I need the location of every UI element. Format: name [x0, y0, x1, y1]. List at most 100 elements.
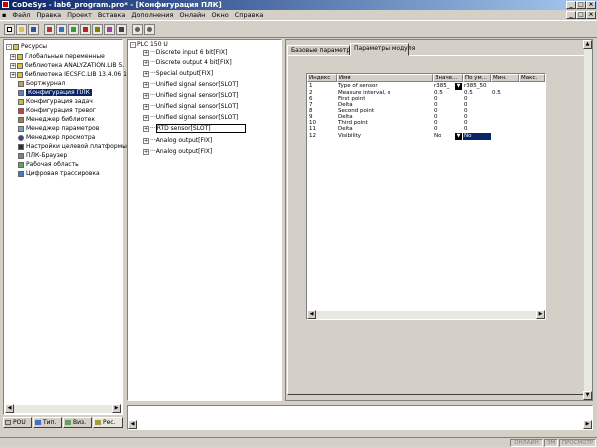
plc-tree-panel: - PLC 150 U + ···Discrete input 6 bit[FIX]…: [127, 39, 282, 401]
plc-module[interactable]: + ···Discrete input 6 bit[FIX]: [143, 49, 227, 57]
row-name: Type of sensor: [338, 83, 378, 89]
folder-icon: [17, 71, 23, 78]
table-horizontal-scrollbar[interactable]: [307, 311, 545, 319]
plc-module[interactable]: + ···Special output[FIX]: [143, 70, 213, 78]
tab-resources[interactable]: Рес.: [93, 417, 123, 428]
app-icon: [2, 1, 9, 8]
toolbar: [0, 20, 597, 38]
plc-config-icon: [18, 89, 24, 96]
object-tabs: POU Тип. Виз. Рес.: [3, 415, 123, 429]
resource-item[interactable]: Конфигурация задач: [18, 98, 93, 106]
resources-root[interactable]: - Ресурсы: [6, 43, 47, 51]
resource-item[interactable]: Менеджер просмотра: [18, 134, 95, 142]
plc-module[interactable]: + ···Discrete output 4 bit[FIX]: [143, 59, 232, 67]
find-icon[interactable]: [132, 24, 143, 35]
plc-module-focused[interactable]: + ···RTD sensor[SLOT]: [143, 124, 246, 133]
column-header-min[interactable]: Мин.: [491, 74, 519, 82]
plc-module[interactable]: + ···Unified signal sensor[SLOT]: [143, 81, 238, 89]
chevron-down-icon[interactable]: ▼: [455, 83, 462, 90]
breakpoint-icon[interactable]: [104, 24, 115, 35]
vertical-scrollbar[interactable]: [584, 40, 592, 400]
menu-file[interactable]: Файл: [9, 10, 33, 20]
tab-types[interactable]: Тип.: [33, 417, 62, 428]
doc-close-button[interactable]: ×: [586, 11, 596, 19]
title-bar: CoDeSys - lab6_program.pro* - [Конфигура…: [0, 0, 597, 10]
resource-item[interactable]: Цифровая трассировка: [18, 170, 100, 178]
login-icon[interactable]: [44, 24, 55, 35]
open-icon[interactable]: [16, 24, 27, 35]
menu-edit[interactable]: Правка: [33, 10, 64, 20]
scroll-right-button[interactable]: ▶: [536, 310, 545, 319]
tab-module-parameters[interactable]: Параметры модуля: [350, 43, 415, 56]
maximize-button[interactable]: □: [576, 1, 586, 9]
find-next-icon[interactable]: [144, 24, 155, 35]
cut-icon[interactable]: [116, 24, 127, 35]
column-header-default[interactable]: По ум...: [463, 74, 491, 82]
resource-item[interactable]: Менеджер параметров: [18, 125, 99, 133]
resource-item[interactable]: + Глобальные переменные: [10, 53, 105, 61]
resource-item[interactable]: + библиотека ANALYZATION.LIB 5.: [10, 62, 124, 70]
plc-module[interactable]: + ···Analog output[FIX]: [143, 148, 212, 156]
scroll-down-button[interactable]: ▼: [583, 391, 592, 400]
scroll-right-button[interactable]: ▶: [112, 404, 121, 413]
close-button[interactable]: ×: [586, 1, 596, 9]
library-icon: [18, 116, 24, 123]
row-index: 1: [309, 83, 313, 89]
step-icon[interactable]: [92, 24, 103, 35]
column-header-max[interactable]: Макс.: [519, 74, 545, 82]
resource-item[interactable]: + библиотека IECSFC.LIB 13.4.06 15: [10, 71, 131, 79]
column-header-index[interactable]: Индекс: [307, 74, 337, 82]
resource-item[interactable]: ПЛК-Браузер: [18, 152, 67, 160]
resource-item[interactable]: Настройки целевой платформы: [18, 143, 127, 151]
scroll-left-button[interactable]: ◀: [307, 310, 316, 319]
plc-module[interactable]: + ···Unified signal sensor[SLOT]: [143, 103, 238, 111]
column-header-value[interactable]: Значе...: [433, 74, 463, 82]
doc-restore-button[interactable]: □: [576, 11, 586, 19]
scroll-right-button[interactable]: ▶: [583, 420, 592, 429]
logout-icon[interactable]: [56, 24, 67, 35]
menu-help[interactable]: Справка: [232, 10, 267, 20]
resources-icon: [95, 420, 101, 425]
minimize-button[interactable]: _: [566, 1, 576, 9]
run-icon[interactable]: [68, 24, 79, 35]
row-default-selected[interactable]: No: [463, 133, 491, 140]
tab-visualization[interactable]: Виз.: [63, 417, 92, 428]
status-simulation: ЭМ: [544, 439, 558, 447]
horizontal-scrollbar[interactable]: [14, 405, 112, 413]
menu-online[interactable]: Онлайн: [176, 10, 208, 20]
column-header-name[interactable]: Имя: [337, 74, 433, 82]
status-online: ОНЛАЙН: [510, 439, 543, 447]
resource-item[interactable]: Бортжурнал: [18, 80, 65, 88]
scroll-left-button[interactable]: ◀: [128, 420, 137, 429]
tab-pou[interactable]: POU: [3, 417, 32, 428]
scroll-left-button[interactable]: ◀: [5, 404, 14, 413]
document-icon[interactable]: ▪: [0, 10, 9, 20]
stop-icon[interactable]: [80, 24, 91, 35]
row-value[interactable]: No: [434, 133, 441, 140]
row-default: r385_50: [464, 83, 487, 89]
plc-module[interactable]: + ···Unified signal sensor[SLOT]: [143, 114, 238, 122]
resource-item-selected[interactable]: Конфигурация ПЛК: [18, 89, 92, 97]
menu-extras[interactable]: Дополнения: [128, 10, 176, 20]
menu-window[interactable]: Окно: [208, 10, 231, 20]
plc-module[interactable]: + ···Unified signal sensor[SLOT]: [143, 92, 238, 100]
row-value[interactable]: r385_: [434, 83, 454, 90]
menu-project[interactable]: Проект: [64, 10, 95, 20]
plc-root[interactable]: - PLC 150 U: [130, 41, 168, 49]
doc-minimize-button[interactable]: _: [566, 11, 576, 19]
resource-item[interactable]: Конфигурация тревог: [18, 107, 96, 115]
tasks-icon: [18, 98, 24, 105]
status-watch: ПРОСМОТР: [559, 439, 596, 447]
row-value[interactable]: 0: [434, 126, 438, 133]
row-name: Delta: [338, 126, 353, 132]
chevron-down-icon[interactable]: ▼: [455, 133, 462, 140]
resource-item[interactable]: Менеджер библиотек: [18, 116, 95, 124]
row-default: 0: [464, 126, 468, 132]
new-icon[interactable]: [4, 24, 15, 35]
menu-insert[interactable]: Вставка: [95, 10, 129, 20]
save-icon[interactable]: [28, 24, 39, 35]
folder-icon: [17, 53, 23, 60]
scroll-up-button[interactable]: ▲: [583, 40, 592, 49]
plc-module[interactable]: + ···Analog output[FIX]: [143, 137, 212, 145]
resource-item[interactable]: Рабочая область: [18, 161, 79, 169]
